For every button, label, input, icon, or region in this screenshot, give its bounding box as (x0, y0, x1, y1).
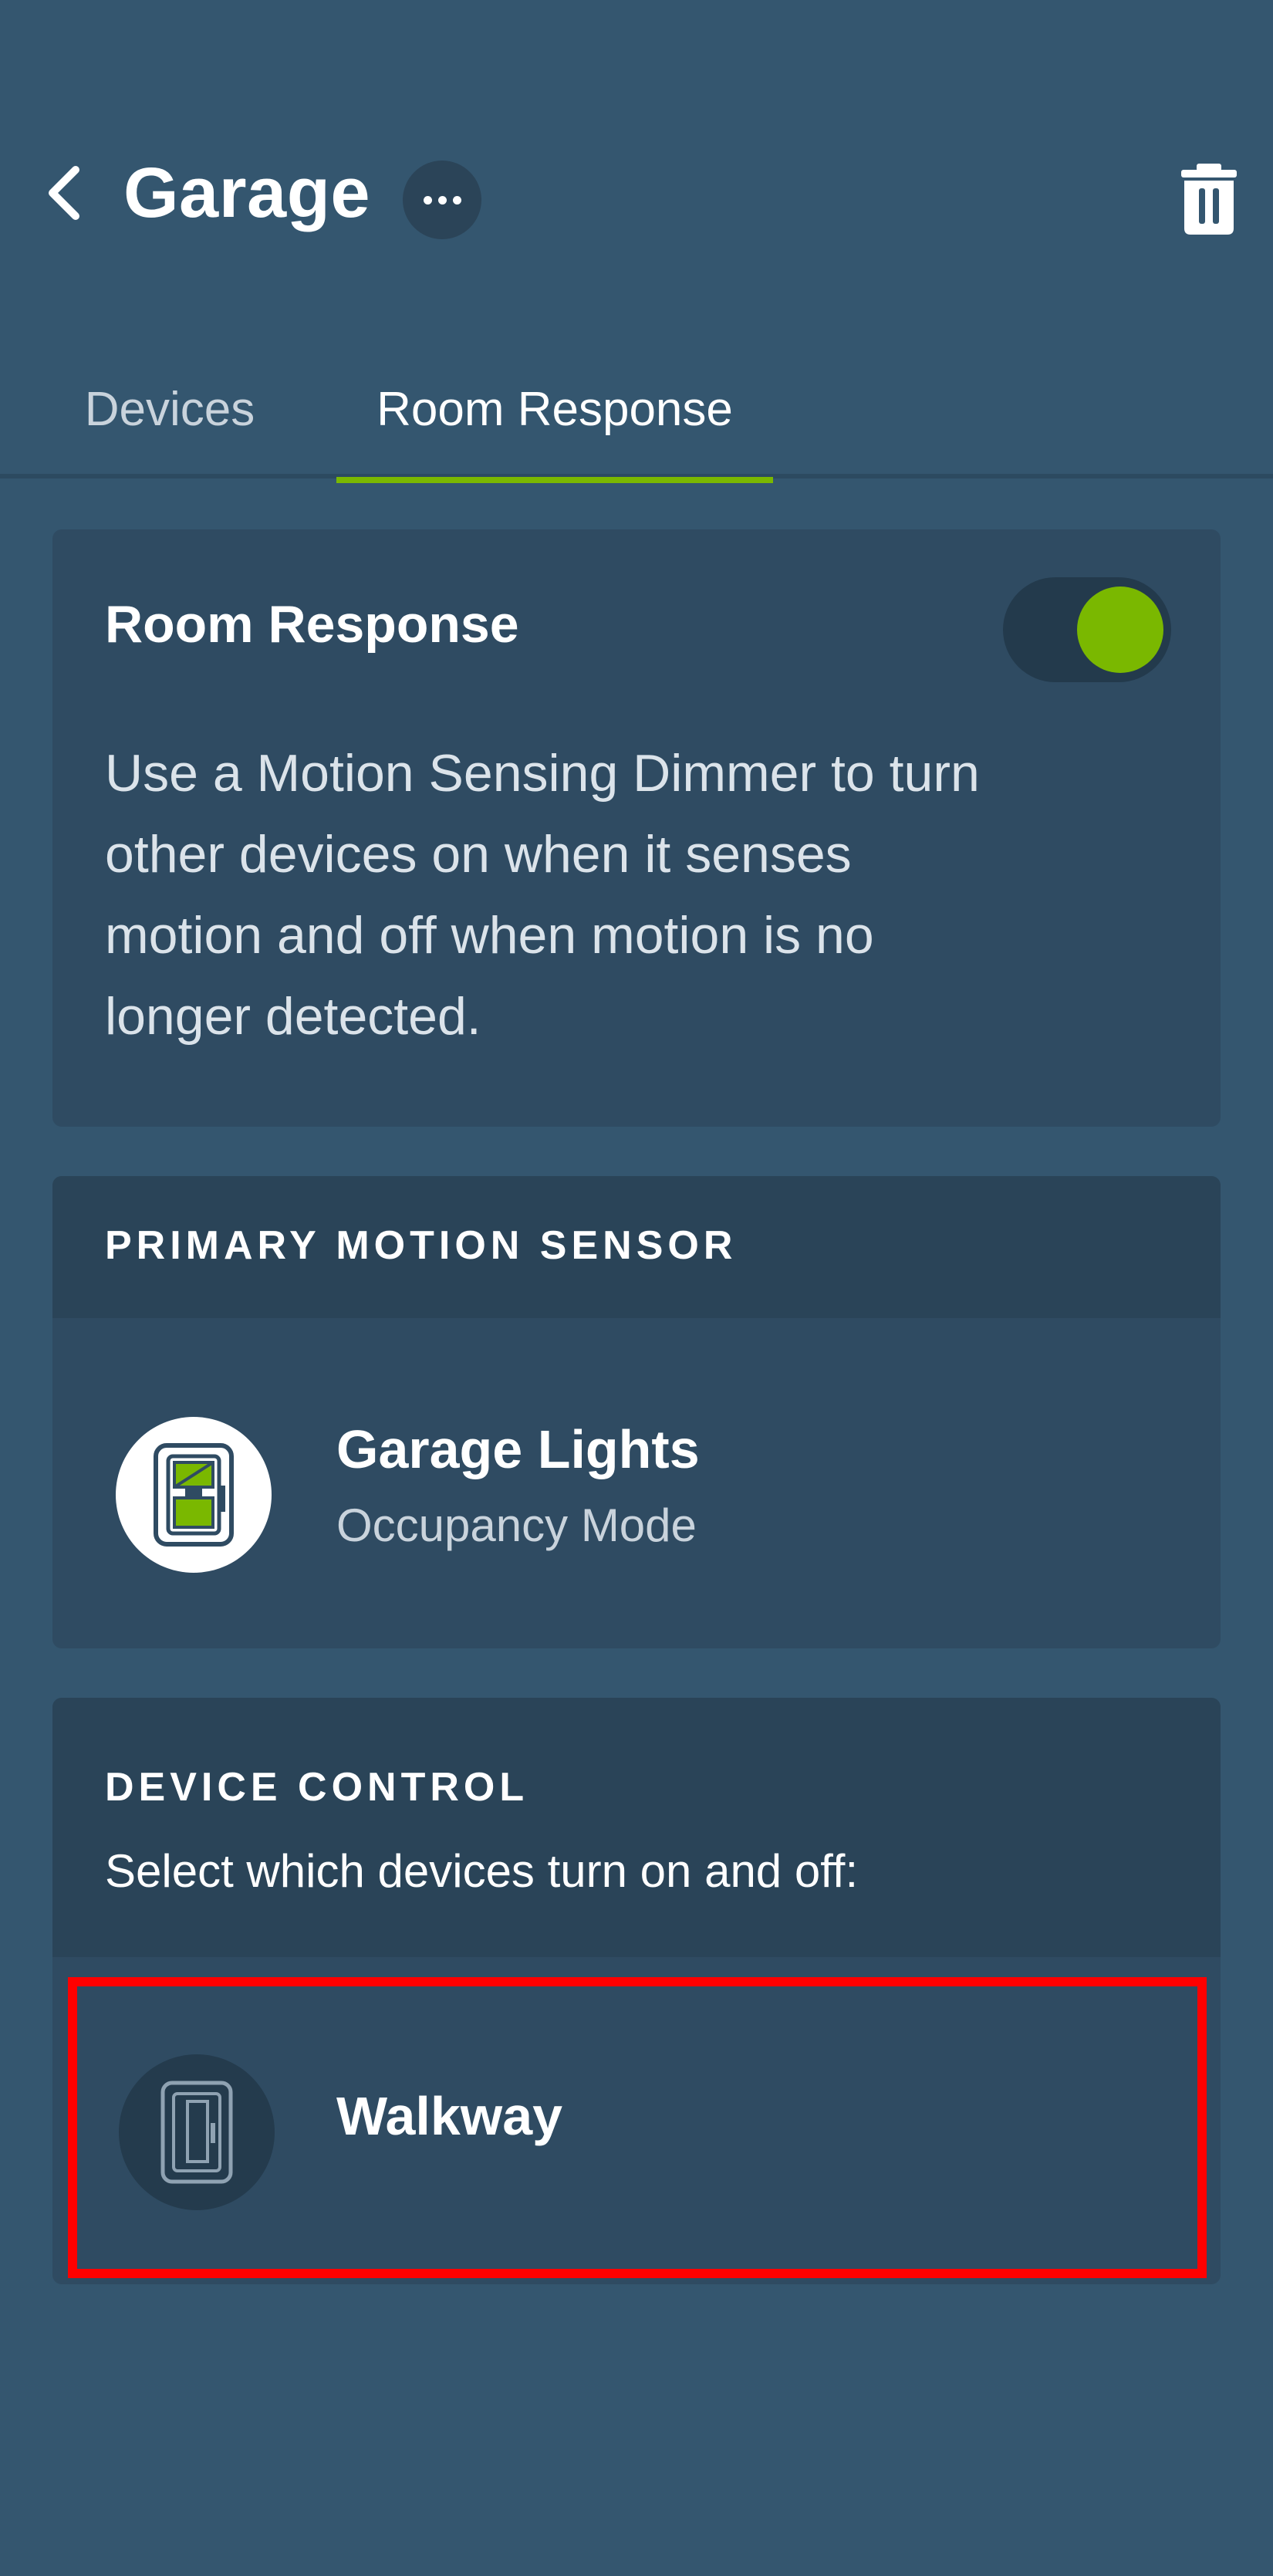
more-options-button[interactable] (403, 161, 481, 239)
trash-icon (1181, 164, 1237, 235)
toggle-knob (1077, 587, 1163, 673)
room-response-toggle[interactable] (1003, 577, 1171, 682)
section-header: DEVICE CONTROL Select which devices turn… (52, 1698, 1221, 1957)
device-control-description: Select which devices turn on and off: (105, 1845, 859, 1897)
device-row-walkway[interactable]: Walkway (52, 1962, 1221, 2284)
section-label: DEVICE CONTROL (105, 1765, 529, 1810)
device-name: Walkway (336, 2086, 563, 2146)
header: Garage (0, 0, 1273, 293)
section-label: PRIMARY MOTION SENSOR (105, 1223, 738, 1268)
tab-bar: Devices Room Response (0, 340, 1273, 483)
motion-dimmer-icon (154, 1443, 234, 1547)
device-icon-container (116, 1417, 272, 1573)
tab-room-response[interactable]: Room Response (336, 340, 773, 483)
room-response-title: Room Response (105, 595, 519, 654)
section-header: PRIMARY MOTION SENSOR (52, 1176, 1221, 1318)
back-button[interactable] (34, 154, 96, 232)
room-response-screen: Garage Devices Room Response Room Respon… (0, 0, 1273, 2576)
page-title: Garage (123, 154, 371, 232)
primary-sensor-device-row[interactable]: Garage Lights Occupancy Mode (52, 1323, 1221, 1648)
ellipsis-icon (423, 195, 461, 205)
device-mode: Occupancy Mode (336, 1499, 697, 1551)
delete-room-button[interactable] (1174, 161, 1244, 238)
primary-motion-sensor-card: PRIMARY MOTION SENSOR Garage Lights Occu… (52, 1176, 1221, 1648)
device-name: Garage Lights (336, 1419, 700, 1479)
device-icon-container (119, 2054, 275, 2210)
switch-icon (160, 2081, 233, 2184)
room-response-description: Use a Motion Sensing Dimmer to turn othe… (105, 744, 980, 1046)
device-control-card: DEVICE CONTROL Select which devices turn… (52, 1698, 1221, 2284)
tab-devices[interactable]: Devices (54, 340, 285, 478)
chevron-left-icon (49, 166, 79, 220)
